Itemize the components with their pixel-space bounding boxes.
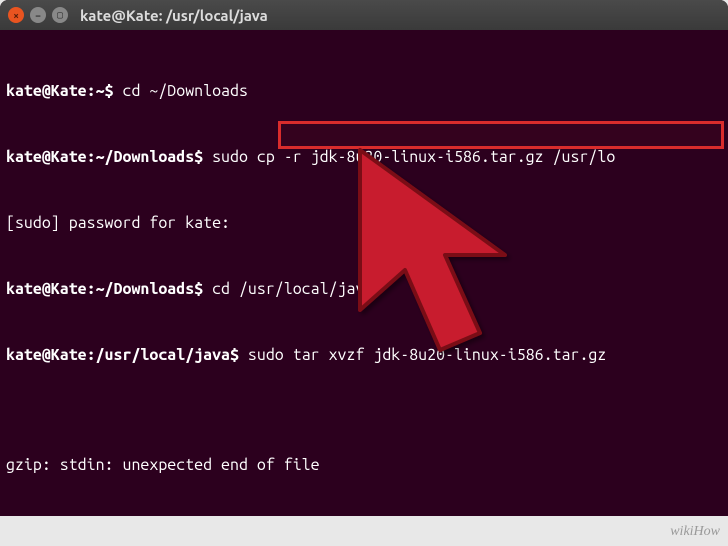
terminal-line: kate@Kate:~$ cd ~/Downloads [6, 80, 722, 102]
terminal-line: gzip: stdin: unexpected end of file [6, 454, 722, 476]
watermark: wikiHow [670, 524, 720, 540]
terminal-line: kate@Kate:~/Downloads$ sudo cp -r jdk-8u… [6, 146, 722, 168]
minimize-icon[interactable]: − [30, 7, 46, 23]
terminal-line: kate@Kate:~/Downloads$ cd /usr/local/jav… [6, 278, 722, 300]
bottom-strip [0, 516, 728, 546]
terminal-line: [sudo] password for kate: [6, 212, 722, 234]
terminal-window: × − ▢ kate@Kate: /usr/local/java kate@Ka… [0, 0, 728, 520]
window-titlebar: × − ▢ kate@Kate: /usr/local/java [0, 0, 728, 30]
terminal-line: kate@Kate:/usr/local/java$ sudo tar xvzf… [6, 344, 722, 366]
terminal-body[interactable]: kate@Kate:~$ cd ~/Downloads kate@Kate:~/… [0, 30, 728, 520]
close-icon[interactable]: × [8, 7, 24, 23]
maximize-icon[interactable]: ▢ [52, 7, 68, 23]
window-title: kate@Kate: /usr/local/java [80, 7, 268, 24]
